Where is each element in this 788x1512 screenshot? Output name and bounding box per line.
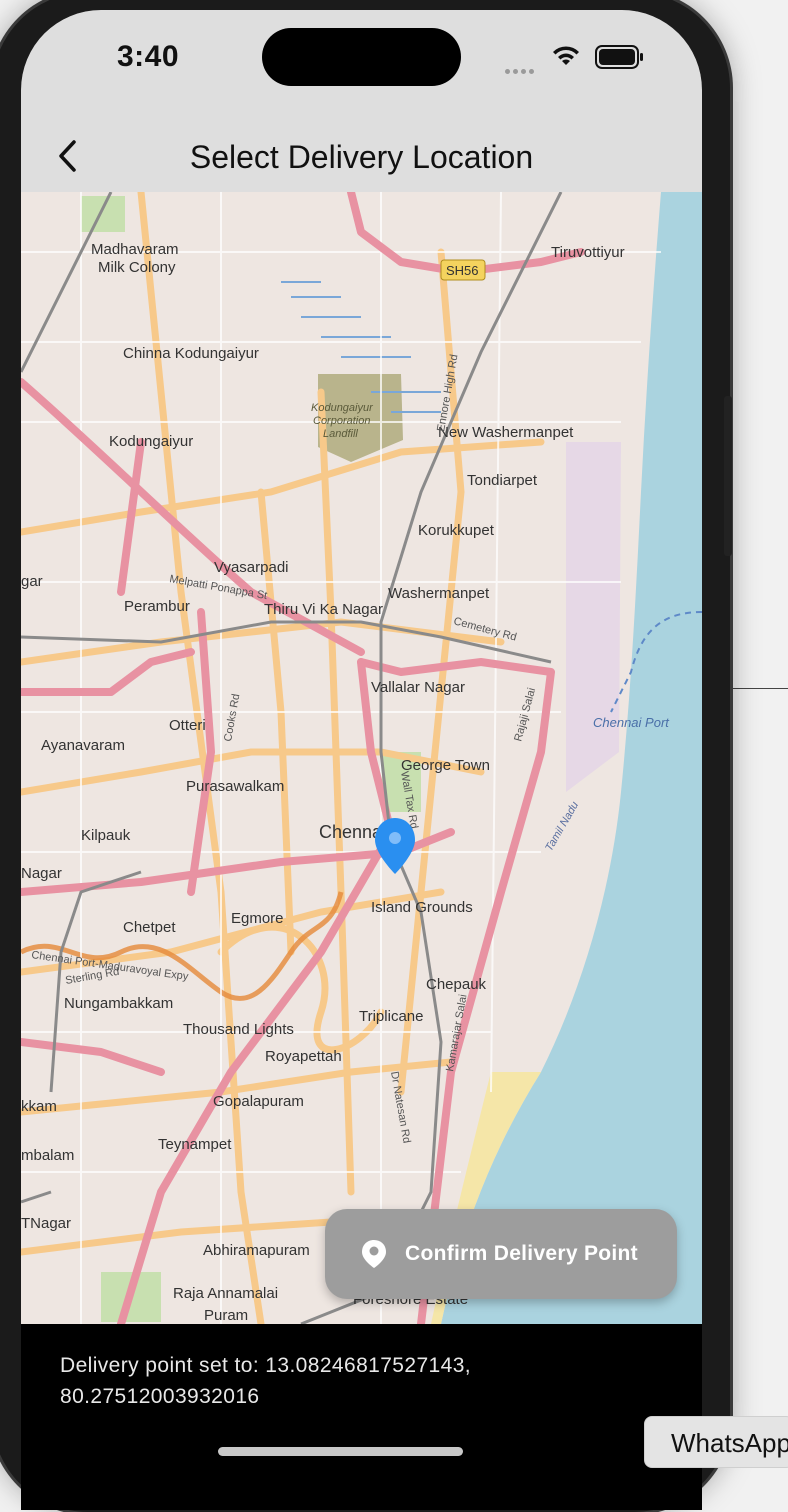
map-label-otteri: Otteri — [169, 717, 206, 734]
map-label-new-washermanpet: New Washermanpet — [438, 424, 574, 441]
confirm-delivery-button[interactable]: Confirm Delivery Point — [325, 1209, 677, 1299]
map-label-nagar: Nagar — [21, 865, 62, 882]
home-indicator[interactable] — [218, 1447, 463, 1456]
map-label-kilpauk: Kilpauk — [81, 827, 131, 844]
map-label-raja-annamalai-puram: Raja Annamalai — [173, 1285, 278, 1302]
map-label-gopalapuram: Gopalapuram — [213, 1093, 304, 1110]
phone-screen: 3:40 Select Delivery Location Madhavaram… — [21, 10, 702, 1510]
map-label-gar: gar — [21, 573, 43, 590]
map-label-kodungaiyur: Kodungaiyur — [109, 433, 193, 450]
app-bar: Select Delivery Location — [21, 120, 702, 192]
map-label-egmore: Egmore — [231, 910, 284, 927]
map-view[interactable]: MadhavaramMilk Colony SH56 Tiruvottiyur … — [21, 192, 702, 1324]
location-pin-icon — [361, 1239, 387, 1269]
map-label-landfill-2: Corporation — [313, 415, 370, 427]
map-label-tondiarpet: Tondiarpet — [467, 472, 538, 489]
map-label-perambur: Perambur — [124, 598, 190, 615]
map-label-abhiramapuram: Abhiramapuram — [203, 1242, 310, 1259]
wifi-icon — [553, 46, 579, 65]
page-title: Select Delivery Location — [189, 139, 534, 175]
map-label-chetpet: Chetpet — [123, 919, 176, 936]
map-label-purasawalkam: Purasawalkam — [186, 778, 284, 795]
map-label-chepauk: Chepauk — [426, 976, 487, 993]
whatsapp-tooltip: WhatsApp — [644, 1416, 788, 1468]
map-label-thiru-vi-ka-nagar: Thiru Vi Ka Nagar — [264, 601, 383, 618]
signal-dots-icon — [505, 61, 537, 79]
map-label-ayanavaram: Ayanavaram — [41, 737, 125, 754]
map-label-vallalar-nagar: Vallalar Nagar — [371, 679, 465, 696]
map-label-chennai-port: Chennai Port — [593, 715, 670, 730]
map-label-tnagar: TNagar — [21, 1215, 71, 1232]
map-label-island-grounds: Island Grounds — [371, 899, 473, 916]
dynamic-island — [262, 28, 461, 86]
map-port — [566, 442, 621, 792]
map-label-chinna-kodungaiyur: Chinna Kodungaiyur — [123, 345, 259, 362]
map-label-landfill: Kodungaiyur — [311, 402, 374, 414]
road-shield-label: SH56 — [446, 263, 479, 278]
battery-icon — [595, 45, 643, 69]
map-label-madhavaram: Madhavaram Milk Colony — [91, 241, 179, 276]
map-park — [81, 196, 125, 232]
map-label-washermanpet: Washermanpet — [388, 585, 490, 602]
map-label-korukkupet: Korukkupet — [418, 522, 495, 539]
map-canvas[interactable]: MadhavaramMilk Colony SH56 Tiruvottiyur … — [21, 192, 702, 1324]
map-label-teynampet: Teynampet — [158, 1136, 232, 1153]
map-label-nungambakkam: Nungambakkam — [64, 995, 173, 1012]
map-label-thousand-lights: Thousand Lights — [183, 1021, 294, 1038]
map-label-royapettah: Royapettah — [265, 1048, 342, 1065]
map-label-kkam: kkam — [21, 1098, 57, 1115]
status-time: 3:40 — [117, 40, 180, 73]
map-label-mbalam: mbalam — [21, 1147, 74, 1164]
map-label-tiruvottiyur: Tiruvottiyur — [551, 244, 625, 261]
delivery-status-text: Delivery point set to: 13.08246817527143… — [60, 1354, 472, 1408]
map-label-george-town: George Town — [401, 757, 490, 774]
bottom-panel: Delivery point set to: 13.08246817527143… — [21, 1324, 702, 1510]
map-label-landfill-3: Landfill — [323, 428, 358, 440]
map-label-vyasarpadi: Vyasarpadi — [214, 559, 289, 576]
map-label-triplicane: Triplicane — [359, 1008, 423, 1025]
map-label-puram: Puram — [204, 1307, 248, 1324]
phone-side-button — [724, 396, 732, 556]
status-bar: 3:40 — [21, 10, 702, 120]
desktop-divider — [726, 688, 788, 689]
confirm-delivery-label: Confirm Delivery Point — [405, 1242, 638, 1265]
